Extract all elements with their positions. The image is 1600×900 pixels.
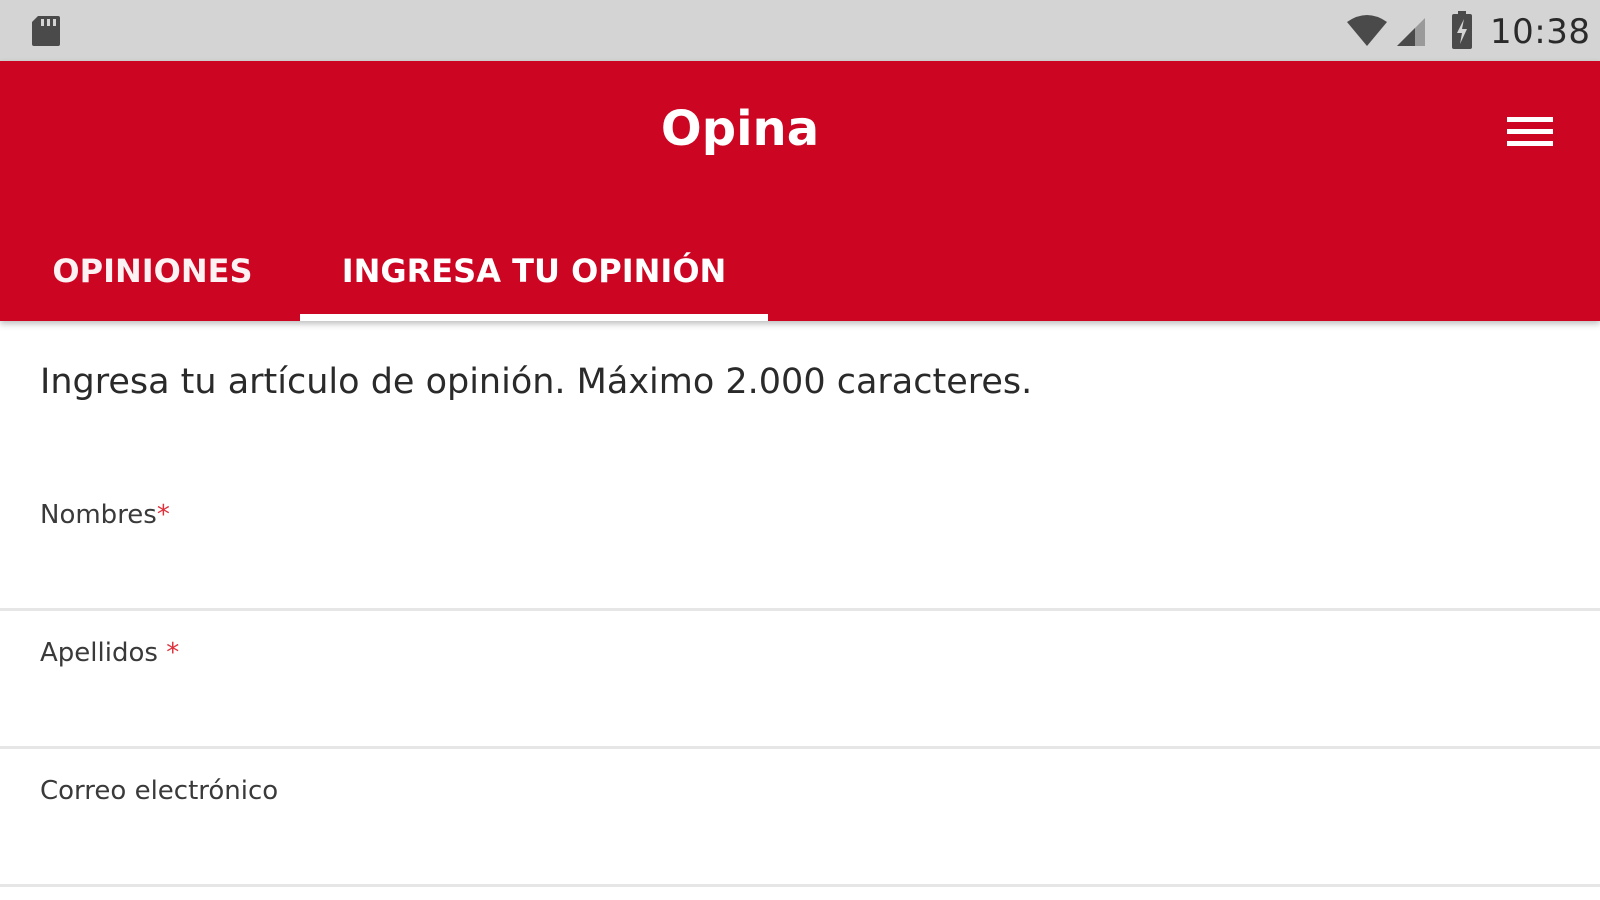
wifi-icon: [1347, 15, 1387, 46]
required-asterisk: *: [156, 500, 170, 530]
required-asterisk: *: [166, 638, 180, 668]
status-bar: 10:38: [0, 0, 1600, 61]
apellidos-label-text: Apellidos: [40, 638, 167, 668]
apellidos-label: Apellidos *: [40, 638, 179, 668]
correo-input[interactable]: [40, 818, 1560, 870]
nombres-label: Nombres*: [40, 500, 170, 530]
tab-ingresa-tu-opinion[interactable]: INGRESA TU OPINIÓN: [300, 221, 768, 321]
hamburger-menu-icon[interactable]: [1505, 113, 1555, 151]
app-bar: Opina OPINIONES INGRESA TU OPINIÓN: [0, 61, 1600, 321]
tab-opiniones[interactable]: OPINIONES: [30, 221, 275, 321]
form-intro-text: Ingresa tu artículo de opinión. Máximo 2…: [40, 362, 1033, 402]
nombres-input[interactable]: [40, 542, 1560, 594]
app-title: Opina: [660, 101, 820, 157]
correo-electronico-field[interactable]: Correo electrónico: [0, 746, 1600, 887]
correo-label-text: Correo electrónico: [40, 776, 279, 806]
apellidos-input[interactable]: [40, 680, 1560, 732]
selected-tab-indicator: [300, 314, 768, 321]
cell-signal-icon: [1397, 18, 1425, 46]
tab-bar: OPINIONES INGRESA TU OPINIÓN: [0, 221, 1600, 321]
apellidos-field[interactable]: Apellidos *: [0, 608, 1600, 749]
nombres-field[interactable]: Nombres*: [0, 470, 1600, 611]
correo-label: Correo electrónico: [40, 776, 278, 806]
status-clock: 10:38: [1490, 12, 1591, 52]
nombres-label-text: Nombres: [40, 500, 157, 530]
sd-card-icon: [32, 16, 60, 46]
battery-charging-icon: [1452, 11, 1472, 49]
